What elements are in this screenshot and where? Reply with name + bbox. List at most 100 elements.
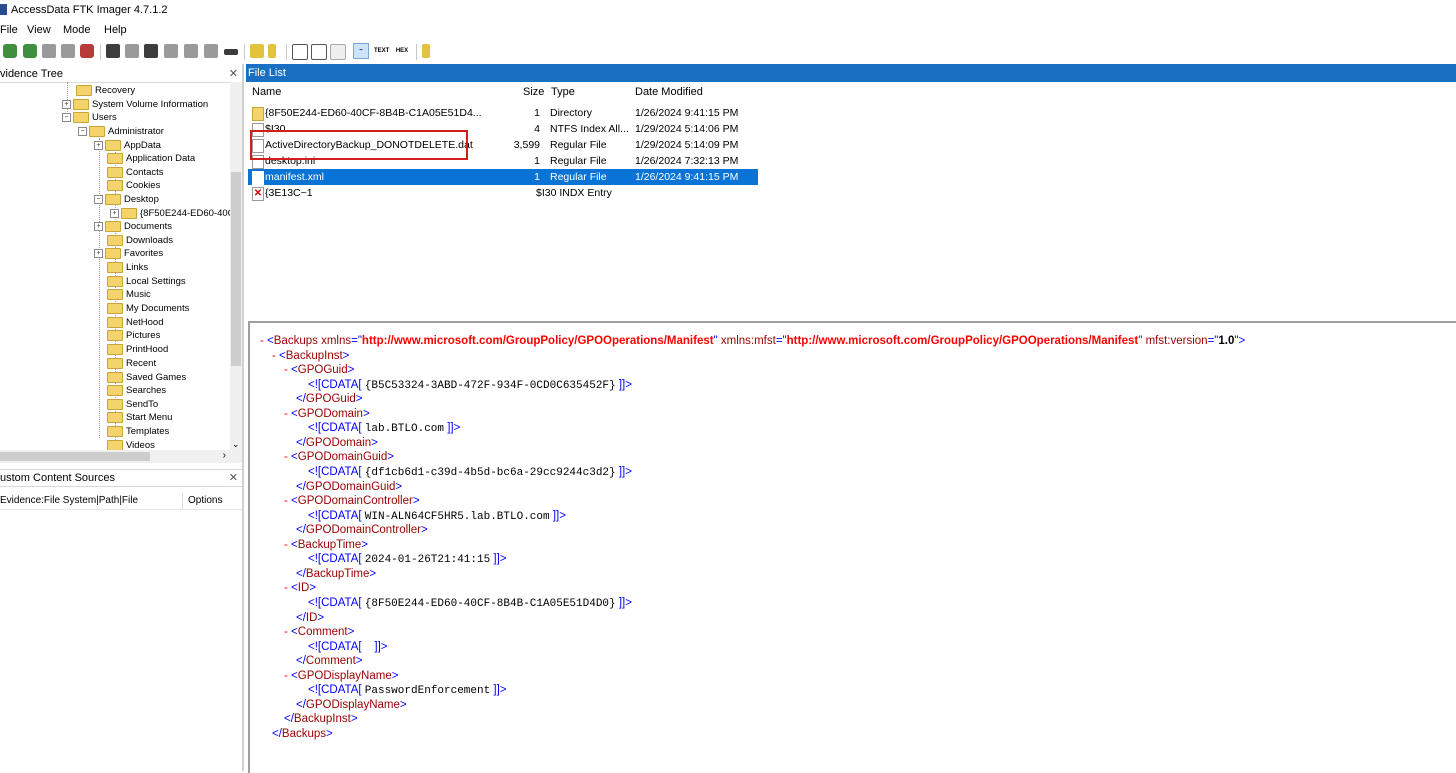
tree-item[interactable]: Downloads bbox=[107, 234, 173, 247]
tree-item[interactable]: Music bbox=[107, 288, 151, 301]
xml-line: </BackupInst> bbox=[284, 713, 358, 725]
add-to-custom-content-icon[interactable] bbox=[250, 44, 264, 58]
tree-item[interactable]: + Documents bbox=[94, 220, 172, 233]
tree-item[interactable]: + {8F50E244-ED60-40C bbox=[110, 207, 230, 220]
tree-item[interactable]: + System Volume Information bbox=[62, 98, 208, 111]
filtered-view-icon[interactable] bbox=[330, 44, 346, 60]
folder-icon bbox=[121, 207, 137, 219]
hex-view-icon[interactable]: HEX bbox=[395, 44, 409, 58]
evidence-tree-title: vidence Tree bbox=[0, 68, 63, 80]
remove-all-evidence-icon[interactable] bbox=[80, 44, 94, 58]
help-icon[interactable] bbox=[422, 44, 430, 58]
xml-line: </GPODomain> bbox=[296, 437, 378, 449]
add-all-evidence-icon[interactable] bbox=[23, 44, 37, 58]
export-hash-list-icon[interactable] bbox=[224, 49, 238, 55]
expand-icon[interactable]: + bbox=[62, 99, 71, 109]
menu-view[interactable]: View bbox=[27, 24, 51, 36]
image-mounting-icon[interactable] bbox=[42, 44, 56, 58]
xml-line: - <BackupInst> bbox=[272, 350, 350, 362]
tree-item[interactable]: + AppData bbox=[94, 139, 161, 152]
tree-item[interactable]: Local Settings bbox=[107, 275, 186, 288]
menu-file[interactable]: File bbox=[0, 24, 18, 36]
tree-item[interactable]: Videos bbox=[107, 439, 155, 450]
tree-item[interactable]: Recovery bbox=[76, 84, 135, 97]
file-row[interactable]: {8F50E244-ED60-40CF-8B4B-C1A05E51D4... 1… bbox=[248, 105, 758, 121]
file-list-header: File List bbox=[246, 64, 1456, 82]
tree-item[interactable]: Start Menu bbox=[107, 411, 172, 424]
column-name[interactable]: Name bbox=[252, 86, 281, 98]
tree-item[interactable]: Links bbox=[107, 261, 148, 274]
xml-line: </Comment> bbox=[296, 655, 363, 667]
expand-icon[interactable]: + bbox=[94, 140, 103, 150]
folder-icon bbox=[107, 439, 123, 450]
detect-efs-icon[interactable] bbox=[184, 44, 198, 58]
expand-icon[interactable]: + bbox=[94, 248, 103, 258]
tree-item[interactable]: Searches bbox=[107, 384, 166, 397]
create-custom-content-icon[interactable] bbox=[268, 44, 276, 58]
chevron-down-icon[interactable]: ⌄ bbox=[232, 439, 240, 450]
menu-mode[interactable]: Mode bbox=[63, 24, 91, 36]
scroll-thumb[interactable] bbox=[231, 172, 241, 366]
expand-icon[interactable]: + bbox=[110, 208, 119, 218]
xml-line: <![CDATA[ lab.BTLO.com ]]> bbox=[308, 422, 461, 435]
folder-icon bbox=[107, 316, 123, 328]
tree-vertical-scrollbar[interactable]: ⌄ bbox=[230, 82, 242, 450]
collapse-icon[interactable]: − bbox=[62, 112, 71, 122]
folder-icon bbox=[105, 220, 121, 232]
tree-item[interactable]: Templates bbox=[107, 425, 169, 438]
menu-help[interactable]: Help bbox=[104, 24, 127, 36]
tree-item[interactable]: SendTo bbox=[107, 398, 158, 411]
add-evidence-icon[interactable] bbox=[3, 44, 17, 58]
file-list-title: File List bbox=[248, 67, 286, 79]
auto-view-icon[interactable] bbox=[292, 44, 308, 60]
collapse-icon[interactable]: − bbox=[94, 194, 103, 204]
xml-line: </GPODisplayName> bbox=[296, 699, 407, 711]
tree-item[interactable]: Cookies bbox=[107, 179, 160, 192]
xml-line: </GPODomainGuid> bbox=[296, 481, 403, 493]
tree-item[interactable]: NetHood bbox=[107, 316, 164, 329]
close-icon[interactable]: ✕ bbox=[229, 66, 238, 82]
toolbar: ~ TEXT HEX bbox=[0, 40, 1456, 64]
tree-item[interactable]: Contacts bbox=[107, 166, 164, 179]
tree-item[interactable]: Recent bbox=[107, 357, 156, 370]
text-view-icon[interactable]: TEXT bbox=[374, 44, 389, 58]
capture-memory-icon[interactable] bbox=[144, 44, 158, 58]
tree-item[interactable]: Pictures bbox=[107, 329, 160, 342]
create-image-icon[interactable] bbox=[106, 44, 120, 58]
natural-view-icon[interactable] bbox=[311, 44, 327, 60]
tree-horizontal-scrollbar[interactable]: › bbox=[0, 450, 242, 463]
tree-item[interactable]: Application Data bbox=[107, 152, 195, 165]
folder-icon bbox=[73, 111, 89, 123]
custom-content-title: ustom Content Sources bbox=[0, 472, 115, 484]
remove-evidence-icon[interactable] bbox=[61, 44, 75, 58]
auto-text-view-icon[interactable]: ~ bbox=[353, 43, 369, 59]
column-size[interactable]: Size bbox=[523, 86, 544, 98]
column-type[interactable]: Type bbox=[551, 86, 575, 98]
close-icon[interactable]: ✕ bbox=[229, 470, 238, 486]
tree-item[interactable]: + Favorites bbox=[94, 247, 163, 260]
app-icon bbox=[0, 4, 7, 15]
tree-item[interactable]: − Users bbox=[62, 111, 117, 124]
obtain-protected-files-icon[interactable] bbox=[164, 44, 178, 58]
scroll-thumb[interactable] bbox=[0, 452, 150, 461]
tree-item[interactable]: − Administrator bbox=[78, 125, 164, 138]
evidence-tree-header: vidence Tree ✕ bbox=[0, 66, 242, 83]
tree-item[interactable]: My Documents bbox=[107, 302, 189, 315]
tree-item[interactable]: Saved Games bbox=[107, 371, 186, 384]
chevron-right-icon[interactable]: › bbox=[223, 450, 226, 461]
collapse-icon[interactable]: − bbox=[78, 126, 87, 136]
export-image-icon[interactable] bbox=[125, 44, 139, 58]
column-header[interactable]: Options bbox=[182, 493, 222, 509]
folder-icon bbox=[107, 302, 123, 314]
xml-viewer[interactable]: - <Backups xmlns="http://www.microsoft.c… bbox=[248, 321, 1456, 773]
xml-line: </ID> bbox=[296, 612, 325, 624]
file-row[interactable]: ✕ {3E13C~1 $I30 INDX Entry bbox=[248, 185, 758, 201]
tree-item[interactable]: − Desktop bbox=[94, 193, 159, 206]
column-header[interactable]: Evidence:File System|Path|File bbox=[0, 493, 138, 509]
file-row-selected[interactable]: manifest.xml 1 Regular File 1/26/2024 9:… bbox=[248, 169, 758, 185]
xml-line: <![CDATA[ {df1cb6d1-c39d-4b5d-bc6a-29cc9… bbox=[308, 466, 632, 479]
tree-item[interactable]: PrintHood bbox=[107, 343, 168, 356]
column-date-modified[interactable]: Date Modified bbox=[635, 86, 703, 98]
expand-icon[interactable]: + bbox=[94, 221, 103, 231]
export-files-icon[interactable] bbox=[204, 44, 218, 58]
